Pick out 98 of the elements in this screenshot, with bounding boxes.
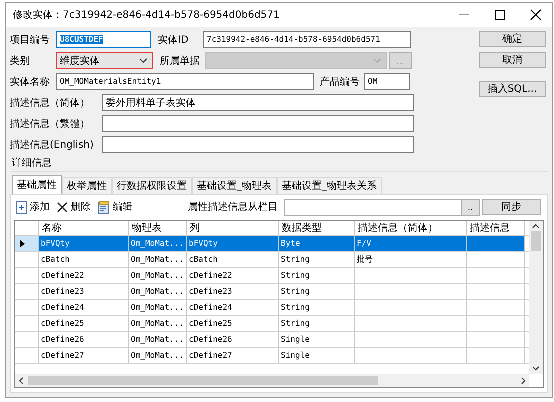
tab[interactable]: 基础属性 — [12, 175, 62, 194]
table-cell: Om_MoMat... — [131, 255, 184, 264]
project-code-field[interactable]: U8CUSTDEF — [56, 31, 151, 48]
table-cell: cDefine22 — [41, 271, 84, 280]
table-cell: F/V — [357, 239, 372, 248]
description-field[interactable] — [102, 136, 414, 153]
field-label: 产品编号 — [320, 76, 360, 88]
table-cell: cDefine23 — [41, 287, 84, 296]
tab[interactable]: 基础设置_物理表关系 — [277, 177, 382, 194]
vertical-scrollbar[interactable] — [529, 221, 543, 374]
table-cell: Single — [281, 335, 310, 344]
field-label: 描述信息(English) — [10, 138, 95, 152]
table-cell: cDefine26 — [189, 335, 232, 344]
field-label: 描述信息（简体） — [10, 96, 91, 110]
dialog-button[interactable]: 取消 — [479, 52, 546, 68]
table-cell: cDefine25 — [189, 319, 232, 328]
column-header[interactable]: 数据类型 — [279, 221, 355, 235]
sync-label: 属性描述信息从栏目 — [188, 200, 278, 214]
table-cell: Om_MoMat... — [131, 239, 184, 248]
chevron-down-icon — [373, 58, 382, 64]
table-row[interactable]: cDefine27 Om_MoMat... cDefine27 Single — [15, 348, 529, 364]
scrollbar-thumb[interactable] — [531, 231, 541, 251]
table-cell: cDefine24 — [189, 303, 232, 312]
dialog-button[interactable]: 插入SQL... — [479, 81, 546, 97]
table-cell: Om_MoMat... — [131, 351, 184, 360]
tab[interactable]: 行数据权限设置 — [112, 177, 192, 194]
field-label: 实体ID — [158, 34, 190, 46]
table-cell: bFVQty — [189, 239, 218, 248]
table-cell: Om_MoMat... — [131, 287, 184, 296]
table-cell: cDefine25 — [41, 319, 84, 328]
table-row[interactable]: cDefine22 Om_MoMat... cDefine22 String — [15, 268, 529, 284]
scrollbar-thumb[interactable] — [28, 376, 378, 385]
scroll-up-icon[interactable] — [532, 224, 540, 229]
table-cell: cBatch — [189, 255, 218, 264]
table-cell: cBatch — [41, 255, 70, 264]
field-label: 项目编号 — [10, 34, 51, 46]
column-header[interactable]: 描述信息 — [467, 221, 525, 235]
product-code-field[interactable]: OM — [364, 73, 410, 90]
table-cell: 批号 — [357, 254, 373, 265]
table-cell: Om_MoMat... — [131, 319, 184, 328]
column-header[interactable]: 描述信息（简体） — [355, 221, 467, 235]
field-label: 类别 — [10, 54, 31, 68]
table-cell: String — [281, 255, 310, 264]
sync-button[interactable]: 同步 — [482, 199, 541, 215]
window-title: 修改实体：7c319942-e846-4d14-b578-6954d0b6d571 — [13, 8, 280, 22]
description-field[interactable] — [102, 115, 414, 132]
scroll-down-icon[interactable] — [532, 366, 540, 371]
browse-button[interactable]: .. — [461, 200, 479, 214]
field-label: 所属单据 — [160, 54, 201, 68]
table-cell: Om_MoMat... — [131, 303, 184, 312]
table-row[interactable]: bFVQty Om_MoMat... bFVQty Byte F/V — [15, 236, 529, 252]
tab[interactable]: 基础设置_物理表 — [192, 177, 277, 194]
field-label: 描述信息（繁體） — [10, 118, 91, 130]
close-icon[interactable] — [530, 9, 542, 21]
table-cell: cDefine24 — [41, 303, 84, 312]
table-cell: String — [281, 271, 310, 280]
table-row[interactable]: cDefine25 Om_MoMat... cDefine25 String — [15, 316, 529, 332]
table-cell: String — [281, 287, 310, 296]
column-header[interactable]: 物理表 — [129, 221, 187, 235]
current-row-icon — [20, 240, 25, 248]
entity-id-field[interactable]: 7c319942-e846-4d14-b578-6954d0b6d571 — [203, 31, 411, 48]
table-cell: cDefine22 — [189, 271, 232, 280]
table-cell: Single — [281, 351, 310, 360]
field-label: 实体名称 — [10, 76, 51, 88]
table-row[interactable]: cDefine23 Om_MoMat... cDefine23 String — [15, 284, 529, 300]
tab[interactable]: 枚举属性 — [62, 177, 112, 194]
table-cell: Byte — [281, 239, 300, 248]
scroll-right-icon[interactable] — [521, 376, 526, 384]
chevron-down-icon — [139, 58, 148, 64]
table-cell: cDefine23 — [189, 287, 232, 296]
table-cell: Om_MoMat... — [131, 335, 184, 344]
entity-name-field[interactable]: OM_MOMaterialsEntity1 — [56, 73, 314, 90]
table-cell: String — [281, 319, 310, 328]
maximize-icon[interactable] — [494, 9, 506, 21]
sync-source-field[interactable]: .. — [284, 198, 480, 216]
horizontal-scrollbar[interactable] — [15, 374, 529, 387]
table-row[interactable]: cBatch Om_MoMat... cBatch String 批号 — [15, 252, 529, 268]
delete-icon[interactable] — [57, 202, 68, 212]
column-header[interactable]: 列 — [187, 221, 279, 235]
toolbar-button[interactable]: 删除 — [71, 200, 91, 214]
add-document-icon[interactable] — [16, 200, 27, 214]
category-dropdown[interactable]: 维度实体 — [56, 52, 153, 69]
section-title: 详细信息 — [12, 158, 52, 169]
table-cell: Om_MoMat... — [131, 271, 184, 280]
table-cell: String — [281, 303, 310, 312]
table-cell: cDefine27 — [41, 351, 84, 360]
toolbar-button[interactable]: 编辑 — [113, 200, 133, 214]
table-row[interactable]: cDefine24 Om_MoMat... cDefine24 String — [15, 300, 529, 316]
table-cell: cDefine27 — [189, 351, 232, 360]
table-cell: cDefine26 — [41, 335, 84, 344]
document-icon[interactable] — [98, 200, 110, 214]
description-field[interactable]: 委外用料单子表实体 — [102, 94, 414, 111]
dialog-button[interactable]: 确定 — [479, 31, 546, 47]
table-cell: bFVQty — [41, 239, 70, 248]
scroll-left-icon[interactable] — [19, 376, 24, 384]
table-row[interactable]: cDefine26 Om_MoMat... cDefine26 Single — [15, 332, 529, 348]
column-header[interactable]: 名称 — [39, 221, 129, 235]
toolbar-button[interactable]: 添加 — [30, 200, 50, 214]
